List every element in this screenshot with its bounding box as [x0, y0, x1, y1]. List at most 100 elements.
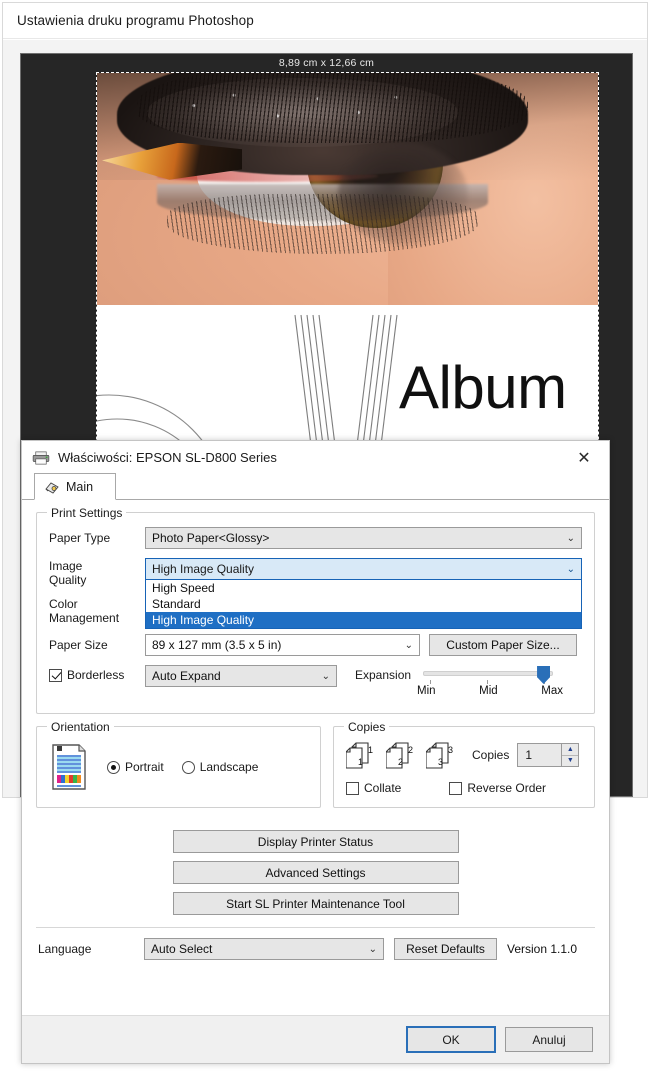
paper-type-row: Paper Type Photo Paper<Glossy> ⌄ [49, 527, 582, 549]
tab-main-label: Main [66, 479, 94, 494]
copies-page-icon-3: 3 3 [426, 742, 453, 769]
svg-text:3: 3 [438, 757, 443, 767]
image-quality-label-line2: Quality [49, 573, 87, 587]
reverse-order-checkbox[interactable]: Reverse Order [449, 781, 546, 795]
copies-page-icon-2: 2 2 [386, 742, 413, 769]
eye-photo-image [97, 73, 598, 305]
svg-text:1: 1 [358, 757, 363, 767]
borderless-checkbox[interactable]: Borderless [49, 665, 145, 682]
orientation-portrait-label: Portrait [125, 760, 164, 774]
image-quality-value: High Image Quality [152, 562, 255, 576]
language-dropdown[interactable]: Auto Select ⌄ [144, 938, 384, 960]
copies-page-icon-1: 1 1 [346, 742, 373, 769]
photo-upper-lashes [137, 73, 528, 143]
paper-size-dropdown[interactable]: 89 x 127 mm (3.5 x 5 in) ⌄ [145, 634, 420, 656]
photoshop-window-title: Ustawienia druku programu Photoshop [17, 13, 254, 28]
divider [36, 927, 595, 928]
copies-increment-button[interactable]: ▲ [562, 744, 579, 756]
expansion-label-min: Min [417, 685, 436, 697]
image-quality-option-high-image-quality[interactable]: High Image Quality [146, 612, 581, 628]
svg-text:2: 2 [398, 757, 403, 767]
expansion-label-mid: Mid [479, 685, 498, 697]
paper-size-label: Paper Size [49, 638, 108, 652]
image-quality-label-line1: Image [49, 559, 83, 573]
orientation-portrait-radio[interactable]: Portrait [107, 760, 164, 774]
printer-tab-icon [45, 481, 59, 494]
svg-text:3: 3 [448, 745, 453, 755]
start-sl-printer-maintenance-tool-button[interactable]: Start SL Printer Maintenance Tool [172, 892, 459, 915]
collate-checkbox[interactable]: Collate [346, 781, 401, 795]
copies-group: Copies 1 1 2 2 3 3 Copies 1 ▲ ▼ Collate … [333, 720, 595, 808]
chevron-down-icon: ⌄ [321, 670, 330, 682]
close-icon[interactable]: ✕ [563, 443, 605, 473]
radio-icon [107, 760, 120, 774]
expansion-tick-min [430, 680, 432, 684]
dialog-tabstrip: Main [22, 473, 609, 500]
expansion-slider-track[interactable] [423, 671, 554, 676]
copies-group-title: Copies [344, 720, 390, 734]
dialog-titlebar: Właściwości: EPSON SL-D800 Series ✕ [22, 441, 609, 474]
dialog-title: Właściwości: EPSON SL-D800 Series [58, 450, 277, 465]
orientation-group: Orientation Portrait Landscape [36, 720, 321, 808]
paper-type-label: Paper Type [49, 531, 111, 545]
image-quality-dropdown[interactable]: High Image Quality ⌄ [145, 558, 582, 580]
custom-paper-size-button[interactable]: Custom Paper Size... [429, 634, 577, 656]
image-quality-dropdown-wrap: High Image Quality ⌄ High Speed Standard… [145, 558, 582, 629]
expansion-slider-thumb[interactable] [537, 666, 551, 684]
print-settings-group: Print Settings Paper Type Photo Paper<Gl… [36, 506, 595, 714]
album-title-text: Album [399, 354, 567, 421]
radio-icon [181, 760, 195, 774]
print-settings-group-title: Print Settings [47, 506, 127, 520]
chevron-down-icon: ⌄ [566, 563, 575, 575]
language-value: Auto Select [151, 942, 213, 956]
expansion-label-max: Max [541, 685, 564, 697]
image-quality-label: Image Quality [49, 558, 145, 587]
photo-outer-corner-shadow [337, 142, 468, 245]
paper-size-value: 89 x 127 mm (3.5 x 5 in) [152, 638, 282, 652]
expansion-tick-mid [487, 680, 489, 684]
cancel-button[interactable]: Anuluj [505, 1027, 593, 1052]
paper-size-row: Paper Size 89 x 127 mm (3.5 x 5 in) ⌄ Cu… [49, 634, 582, 656]
photoshop-window-titlebar: Ustawienia druku programu Photoshop [3, 3, 647, 39]
copies-input[interactable]: 1 [518, 744, 562, 766]
chevron-down-icon: ⌄ [566, 532, 575, 544]
printer-properties-dialog: Właściwości: EPSON SL-D800 Series ✕ Main… [21, 440, 610, 1064]
copies-label: Copies [472, 748, 510, 762]
paper-type-dropdown[interactable]: Photo Paper<Glossy> ⌄ [145, 527, 582, 549]
document-orientation-icon [52, 744, 86, 790]
expansion-slider[interactable]: Min Mid Max [417, 665, 563, 699]
advanced-settings-button[interactable]: Advanced Settings [172, 861, 459, 884]
image-quality-option-list[interactable]: High Speed Standard High Image Quality [145, 580, 582, 629]
display-printer-status-button[interactable]: Display Printer Status [172, 830, 459, 853]
orientation-landscape-radio[interactable]: Landscape [181, 760, 259, 774]
reset-defaults-button[interactable]: Reset Defaults [394, 938, 497, 960]
language-label: Language [38, 942, 92, 956]
borderless-row: Borderless Auto Expand ⌄ Expansion Min M… [49, 665, 582, 699]
borderless-label: Borderless [67, 668, 125, 682]
color-management-label: Color Management [49, 597, 145, 625]
checkbox-icon [449, 781, 463, 795]
checkbox-icon [49, 668, 62, 682]
copies-stepper[interactable]: 1 ▲ ▼ [517, 743, 580, 767]
copies-decrement-button[interactable]: ▼ [562, 755, 579, 766]
orientation-copies-section: Orientation Portrait Landscape Copies 1 … [36, 720, 595, 820]
checkbox-icon [346, 781, 359, 795]
dialog-footer: OK Anuluj [22, 1015, 609, 1063]
orientation-landscape-label: Landscape [199, 760, 259, 774]
expansion-tick-labels: Min Mid Max [417, 685, 563, 697]
image-quality-option-standard[interactable]: Standard [146, 596, 581, 612]
color-management-label-line2: Management [49, 611, 120, 625]
dialog-content: Print Settings Paper Type Photo Paper<Gl… [22, 500, 609, 960]
chevron-down-icon: ⌄ [404, 639, 413, 651]
expansion-label: Expansion [355, 668, 412, 682]
copies-spinner-arrows: ▲ ▼ [561, 744, 579, 766]
borderless-mode-dropdown[interactable]: Auto Expand ⌄ [145, 665, 337, 687]
reverse-order-label: Reverse Order [467, 781, 547, 795]
image-quality-row: Image Quality High Image Quality ⌄ High … [49, 558, 582, 629]
image-quality-option-high-speed[interactable]: High Speed [146, 580, 581, 596]
language-row: Language Auto Select ⌄ Reset Defaults Ve… [36, 938, 595, 960]
tab-main[interactable]: Main [34, 473, 116, 500]
ok-button[interactable]: OK [406, 1026, 496, 1053]
preview-dimensions-label: 8,89 cm x 12,66 cm [278, 57, 375, 69]
printer-icon [32, 451, 50, 464]
